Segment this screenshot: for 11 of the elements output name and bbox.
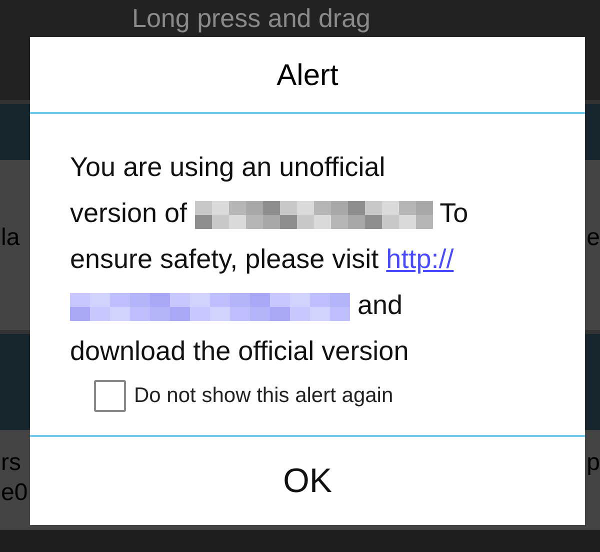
background-text: e — [586, 224, 600, 251]
dialog-title: Alert — [30, 37, 585, 114]
alert-message: You are using an unofficial version of To ensure safety, please visit http:// and download the official version — [70, 151, 470, 368]
background-text: la — [1, 224, 20, 251]
link[interactable]: http:// — [386, 244, 454, 274]
checkbox[interactable] — [94, 380, 126, 412]
background-text: rs — [1, 448, 22, 478]
background-text: e0 — [1, 478, 28, 508]
hint-text: Long press and drag — [132, 2, 371, 34]
background-text: p — [586, 449, 600, 476]
checkbox-label: Do not show this alert again — [134, 383, 394, 410]
